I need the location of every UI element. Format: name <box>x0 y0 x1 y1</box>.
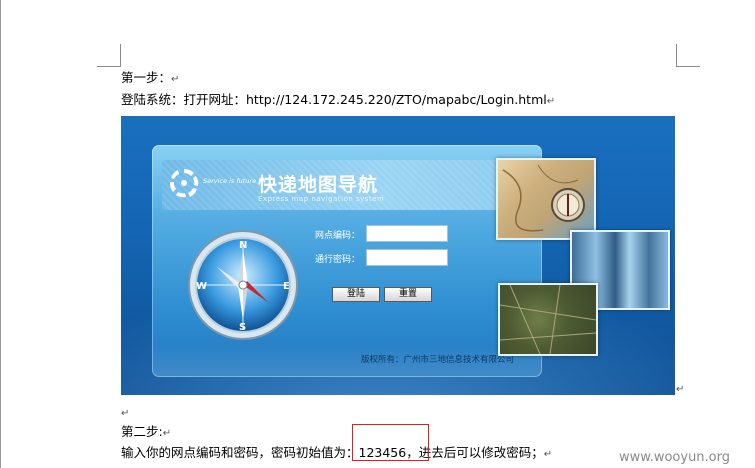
password-input[interactable] <box>366 249 448 266</box>
watermark: www.wooyun.org <box>619 450 731 465</box>
login-button[interactable]: 登陆 <box>332 287 380 302</box>
page-left-edge <box>0 0 1 468</box>
paragraph-mark: ↵ <box>546 96 556 107</box>
paragraph-mark: ↵ <box>171 74 180 85</box>
app-title: 快递地图导航 <box>258 174 379 196</box>
paragraph-mark: ↵ <box>676 384 685 395</box>
empty-paragraph: ↵ <box>121 404 129 422</box>
map-compass-icon <box>502 164 585 232</box>
step2-paragraph: 输入你的网点编码和密码，密码初始值为：123456，进去后可以修改密码；↵ <box>121 445 552 463</box>
crop-mark-top-left <box>120 44 121 67</box>
reset-button[interactable]: 重置 <box>384 287 432 302</box>
compass-north-label: N <box>239 240 247 251</box>
app-subtitle: Express map navigation system <box>258 195 385 203</box>
site-code-input[interactable] <box>366 225 448 242</box>
crop-mark-top-right-horizontal <box>676 66 700 67</box>
step2-text: 输入你的网点编码和密码，密码初始值为：123456，进去后可以修改密码； <box>121 445 544 460</box>
step1-text: 登陆系统：打开网址：http://124.172.245.220/ZTO/map… <box>121 92 547 107</box>
logo-swirl-icon <box>169 168 199 198</box>
step2-title: 第二步: <box>121 424 163 439</box>
copyright-text: 版权所有：广州市三地信息技术有限公司 <box>361 355 515 365</box>
step2-heading: 第二步:↵ <box>121 424 171 442</box>
crop-mark-top-left-horizontal <box>97 66 121 67</box>
paragraph-mark: ↵ <box>543 449 553 460</box>
map-photo <box>496 158 596 240</box>
site-code-label: 网点编码： <box>315 231 361 241</box>
step1-paragraph: 登陆系统：打开网址：http://124.172.245.220/ZTO/map… <box>121 92 555 110</box>
step1-title: 第一步： <box>121 70 172 85</box>
compass-west-label: W <box>196 281 207 292</box>
paragraph-mark: ↵ <box>121 408 130 419</box>
password-highlight-box <box>352 424 429 461</box>
step1-heading: 第一步：↵ <box>121 70 179 88</box>
compass-south-label: S <box>239 322 246 333</box>
compass-east-label: E <box>283 281 290 292</box>
satellite-roads-icon <box>499 284 597 355</box>
paragraph-mark: ↵ <box>162 428 172 439</box>
slogan-text: Service is future <box>203 177 257 185</box>
password-label: 通行密码： <box>315 255 361 265</box>
compass-icon: N S E W <box>188 230 298 340</box>
login-page-screenshot: Service is future 快递地图导航 Express map nav… <box>121 116 675 395</box>
crop-mark-top-right <box>676 44 677 67</box>
satellite-photo <box>498 283 598 356</box>
